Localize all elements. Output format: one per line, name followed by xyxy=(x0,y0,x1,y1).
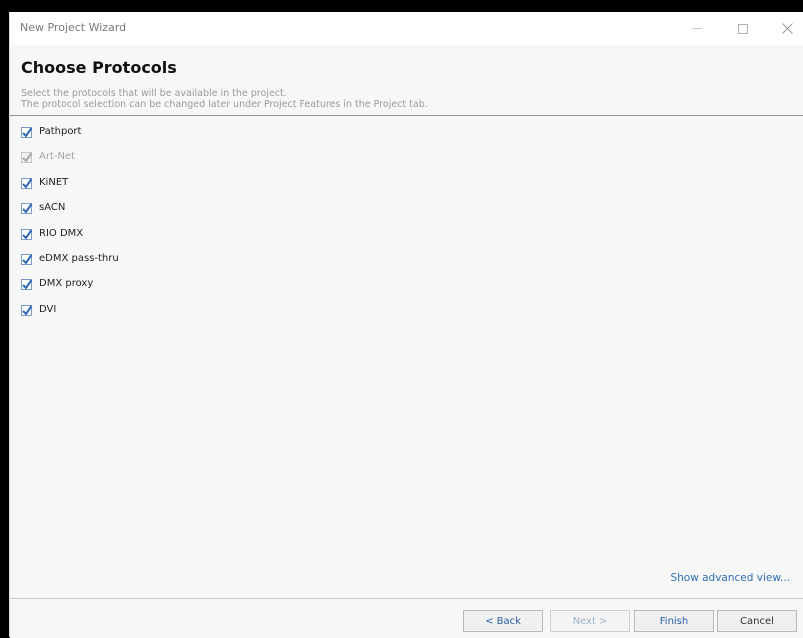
checkbox[interactable] xyxy=(21,304,33,316)
protocol-item-pathport[interactable]: Pathport xyxy=(21,125,119,150)
protocol-item-sacn[interactable]: sACN xyxy=(21,201,119,226)
protocol-item-art-net: Art-Net xyxy=(21,150,119,175)
next-button: Next > xyxy=(550,610,630,632)
checkbox[interactable] xyxy=(21,253,33,265)
checkbox[interactable] xyxy=(21,228,33,240)
page-title: Choose Protocols xyxy=(21,58,177,77)
title-bar: New Project Wizard xyxy=(10,12,803,45)
protocol-label: DMX proxy xyxy=(39,278,94,290)
checkmark-icon xyxy=(22,305,33,316)
checkmark-icon xyxy=(22,279,33,290)
back-button[interactable]: < Back xyxy=(463,610,543,632)
cancel-button[interactable]: Cancel xyxy=(717,610,797,632)
checkbox[interactable] xyxy=(21,203,33,215)
protocol-label: Pathport xyxy=(39,126,82,137)
protocol-item-dmx-proxy[interactable]: DMX proxy xyxy=(21,277,119,302)
close-icon xyxy=(781,23,793,34)
checkmark-icon xyxy=(22,152,33,163)
protocol-label: RIO DMX xyxy=(39,227,84,239)
protocol-item-dvi[interactable]: DVI xyxy=(21,303,119,328)
protocol-item-rio-dmx[interactable]: RIO DMX xyxy=(21,227,119,252)
checkbox[interactable] xyxy=(21,177,33,189)
protocol-label: KiNET xyxy=(39,176,69,188)
protocol-list: Pathport Art-Net KiNET sACN RIO DMX eDMX… xyxy=(21,125,119,328)
checkmark-icon xyxy=(22,178,33,189)
button-bar: < Back Next > Finish Cancel xyxy=(10,598,803,638)
checkmark-icon xyxy=(22,127,33,138)
close-button[interactable] xyxy=(764,12,803,45)
checkbox[interactable] xyxy=(21,127,33,138)
checkmark-icon xyxy=(22,254,33,265)
checkbox xyxy=(21,152,33,164)
protocol-label: DVI xyxy=(39,303,57,315)
wizard-window: New Project Wizard Choose Protocols Sele… xyxy=(9,12,803,638)
protocol-label: Art-Net xyxy=(39,151,76,163)
show-advanced-view-link[interactable]: Show advanced view... xyxy=(670,572,790,584)
maximize-icon xyxy=(738,23,748,34)
checkmark-icon xyxy=(22,203,33,214)
page-description: Select the protocols that will be availa… xyxy=(21,88,428,110)
checkbox[interactable] xyxy=(21,279,33,291)
page-header: Choose Protocols Select the protocols th… xyxy=(10,45,803,116)
protocol-item-kinet[interactable]: KiNET xyxy=(21,176,119,201)
window-title: New Project Wizard xyxy=(20,21,127,34)
protocol-label: sACN xyxy=(39,202,66,214)
protocol-label: eDMX pass-thru xyxy=(39,252,119,264)
finish-button[interactable]: Finish xyxy=(634,610,714,632)
minimize-button[interactable] xyxy=(674,12,720,45)
description-line-1: Select the protocols that will be availa… xyxy=(21,88,287,99)
minimize-icon xyxy=(692,28,702,29)
checkmark-icon xyxy=(22,228,33,240)
maximize-button[interactable] xyxy=(720,12,766,45)
description-line-2: The protocol selection can be changed la… xyxy=(21,99,428,110)
protocol-item-edmx-pass-thru[interactable]: eDMX pass-thru xyxy=(21,252,119,277)
